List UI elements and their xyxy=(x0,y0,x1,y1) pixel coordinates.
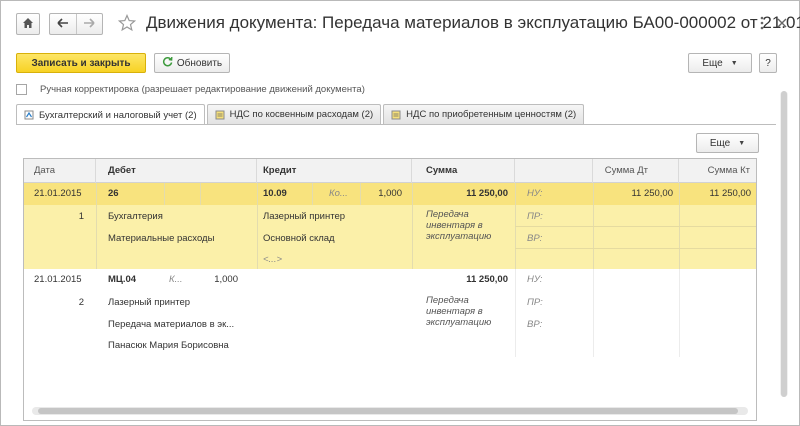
more-label: Еще xyxy=(709,137,731,149)
navigation-buttons xyxy=(49,13,103,35)
col-separator xyxy=(515,269,516,357)
row1-credit-account: 10.09 xyxy=(263,188,287,199)
more-label: Еще xyxy=(702,57,723,69)
column-sum-kt[interactable]: Сумма Кт xyxy=(679,159,756,183)
save-and-close-button[interactable]: Записать и закрыть xyxy=(16,53,146,73)
manual-adjust-row: Ручная корректировка (разрешает редактир… xyxy=(16,82,365,96)
close-button[interactable] xyxy=(772,14,792,34)
document-movements-window: Движения документа: Передача материалов … xyxy=(0,0,800,426)
row-separator xyxy=(515,248,756,249)
col-separator xyxy=(679,269,680,357)
grid-more-button[interactable]: Еще ▼ xyxy=(696,133,759,153)
arrow-right-icon xyxy=(83,17,96,31)
row2-amount: 11 250,00 xyxy=(466,274,508,285)
row-separator xyxy=(515,226,756,227)
movements-table[interactable]: Дата Дебет Кредит Сумма Сумма Дт Сумма К… xyxy=(23,158,757,421)
more-button[interactable]: Еще ▼ xyxy=(688,53,752,73)
row2-pr-label: ПР: xyxy=(527,297,543,308)
row1-debit-account: 26 xyxy=(108,188,119,199)
window-title: Движения документа: Передача материалов … xyxy=(146,13,800,32)
row1-credit-subconto-3: <...> xyxy=(263,254,283,265)
row1-number: 1 xyxy=(78,211,84,222)
row2-debit-qty: 1,000 xyxy=(214,274,238,285)
col-separator xyxy=(257,183,258,269)
horizontal-scrollbar-thumb[interactable] xyxy=(38,408,738,414)
help-button[interactable]: ? xyxy=(759,53,777,73)
register-icon xyxy=(215,110,225,120)
tab-label: НДС по косвенным расходам (2) xyxy=(229,109,374,120)
row1-sum-kt: 11 250,00 xyxy=(709,188,751,199)
row1-content: Передача инвентаря в эксплуатацию xyxy=(426,209,492,242)
more-actions-button[interactable] xyxy=(752,14,772,34)
row1-sum-dt: 11 250,00 xyxy=(631,188,673,199)
row2-debit-account: МЦ.04 xyxy=(108,274,137,285)
row2-debit-qty-label: К... xyxy=(169,274,183,285)
row1-credit-qty: 1,000 xyxy=(378,188,402,199)
favorite-button[interactable] xyxy=(117,13,137,35)
tab-vat-acquired[interactable]: НДС по приобретенным ценностям (2) xyxy=(383,104,585,124)
row2-debit-subconto-1: Лазерный принтер xyxy=(108,297,191,308)
register-tabs: Бухгалтерский и налоговый учет (2) НДС п… xyxy=(16,104,586,125)
row1-nu-label: НУ: xyxy=(527,188,543,199)
row2-debit-subconto-3: Панасюк Мария Борисовна xyxy=(108,340,229,351)
row2-date: 21.01.2015 xyxy=(34,274,82,285)
vertical-scrollbar[interactable] xyxy=(780,91,788,397)
refresh-label: Обновить xyxy=(176,57,223,69)
row2-vr-label: ВР: xyxy=(527,319,543,330)
row1-credit-subconto-1: Лазерный принтер xyxy=(263,211,346,222)
row2-number: 2 xyxy=(78,297,84,308)
horizontal-scrollbar[interactable] xyxy=(32,407,748,415)
close-icon xyxy=(777,18,787,31)
column-content[interactable] xyxy=(515,159,593,183)
tab-label: Бухгалтерский и налоговый учет (2) xyxy=(39,109,197,121)
row2-debit-subconto-2: Передача материалов в эк... xyxy=(108,319,235,330)
manual-adjust-checkbox[interactable] xyxy=(16,83,27,95)
row1-date: 21.01.2015 xyxy=(34,188,82,199)
row1-credit-qty-label: Ко... xyxy=(329,188,348,199)
tab-accounting[interactable]: Бухгалтерский и налоговый учет (2) xyxy=(16,104,205,125)
star-icon xyxy=(117,13,137,35)
manual-adjust-label[interactable]: Ручная корректировка (разрешает редактир… xyxy=(40,84,365,95)
column-debit[interactable]: Дебет xyxy=(96,159,257,183)
caret-down-icon: ▼ xyxy=(738,139,746,147)
row1-debit-subconto-1: Бухгалтерия xyxy=(108,211,163,222)
forward-button[interactable] xyxy=(75,14,102,34)
column-date[interactable]: Дата xyxy=(24,159,96,183)
home-icon xyxy=(22,17,34,32)
col-separator xyxy=(360,183,361,205)
column-amount[interactable]: Сумма xyxy=(412,159,515,183)
caret-down-icon: ▼ xyxy=(730,59,738,67)
table-header: Дата Дебет Кредит Сумма Сумма Дт Сумма К… xyxy=(24,159,756,183)
home-button[interactable] xyxy=(16,13,40,35)
col-separator xyxy=(593,269,594,357)
col-separator xyxy=(96,183,97,269)
row2-nu-label: НУ: xyxy=(527,274,543,285)
col-separator xyxy=(312,183,313,205)
row1-amount: 11 250,00 xyxy=(466,188,508,199)
column-sum-dt[interactable]: Сумма Дт xyxy=(593,159,679,183)
row1-pr-label: ПР: xyxy=(527,211,543,222)
col-separator xyxy=(200,183,201,205)
column-credit[interactable]: Кредит xyxy=(257,159,412,183)
tab-label: НДС по приобретенным ценностям (2) xyxy=(406,109,577,120)
vertical-dots-icon xyxy=(760,16,764,33)
accounting-register-icon xyxy=(24,110,34,120)
refresh-icon xyxy=(162,56,173,70)
title-bar: Движения документа: Передача материалов … xyxy=(1,1,800,47)
arrow-left-icon xyxy=(57,17,69,31)
row1-debit-subconto-2: Материальные расходы xyxy=(108,233,215,244)
row1-vr-label: ВР: xyxy=(527,233,543,244)
tab-vat-indirect[interactable]: НДС по косвенным расходам (2) xyxy=(206,104,382,124)
row2-content: Передача инвентаря в эксплуатацию xyxy=(426,295,492,328)
back-button[interactable] xyxy=(50,14,76,34)
refresh-button[interactable]: Обновить xyxy=(154,53,230,73)
row1-credit-subconto-2: Основной склад xyxy=(263,233,335,244)
vertical-scrollbar-thumb[interactable] xyxy=(781,91,787,397)
register-icon xyxy=(391,110,401,120)
col-separator xyxy=(164,183,165,205)
